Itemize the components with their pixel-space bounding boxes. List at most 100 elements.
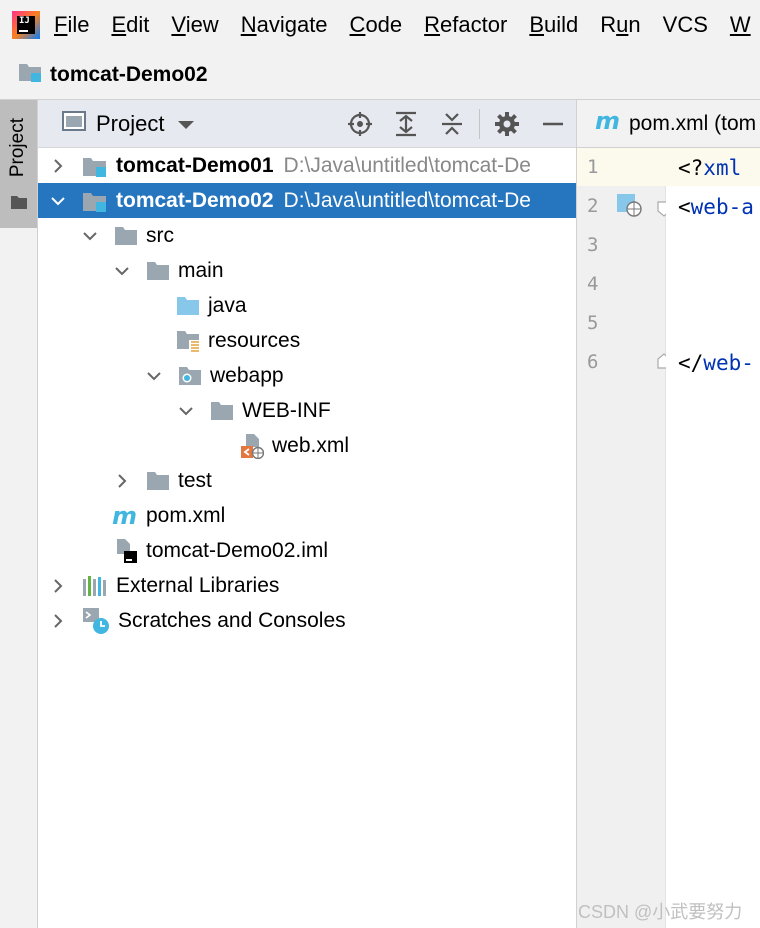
menu-navigate[interactable]: Navigate bbox=[241, 12, 328, 38]
chevron-right-icon[interactable] bbox=[50, 613, 66, 629]
tree-label: java bbox=[208, 293, 247, 317]
svg-text:m: m bbox=[112, 505, 137, 527]
expand-all-icon[interactable] bbox=[383, 100, 429, 148]
tree-path: D:\Java\untitled\tomcat-De bbox=[283, 153, 531, 177]
menu-build[interactable]: Build bbox=[529, 12, 578, 38]
tree-label: main bbox=[178, 258, 224, 282]
breadcrumb-project[interactable]: tomcat-Demo02 bbox=[50, 63, 208, 87]
tree-label: test bbox=[178, 468, 212, 492]
gear-icon[interactable] bbox=[484, 100, 530, 148]
minimize-icon[interactable] bbox=[530, 100, 576, 148]
module-folder-icon bbox=[82, 154, 108, 178]
chevron-right-icon[interactable] bbox=[50, 158, 66, 174]
maven-icon: m bbox=[595, 107, 623, 138]
toolbar-divider bbox=[479, 109, 480, 139]
menu-run[interactable]: Run bbox=[600, 12, 640, 38]
tree-label: WEB-INF bbox=[242, 398, 331, 422]
left-tool-strip: Project bbox=[0, 100, 38, 928]
menu-file[interactable]: File bbox=[54, 12, 89, 38]
locate-icon[interactable] bbox=[337, 100, 383, 148]
tree-row-main[interactable]: main bbox=[38, 253, 576, 288]
tree-label: tomcat-Demo02.iml bbox=[146, 538, 329, 562]
menu-bar: IJ File Edit View Navigate Code Refactor… bbox=[0, 0, 760, 50]
project-view-icon bbox=[62, 110, 86, 138]
tree-row-iml[interactable]: tomcat-Demo02.iml bbox=[38, 533, 576, 568]
tree-row-resources[interactable]: resources bbox=[38, 323, 576, 358]
chevron-down-icon[interactable] bbox=[114, 263, 130, 279]
menu-vcs[interactable]: VCS bbox=[663, 12, 708, 38]
line-number: 3 bbox=[587, 234, 599, 256]
navigation-bar: tomcat-Demo02 bbox=[0, 50, 760, 100]
folder-icon bbox=[146, 471, 170, 491]
menu-window[interactable]: W bbox=[730, 12, 751, 38]
code-tag: web- bbox=[703, 351, 754, 375]
intellij-logo-icon: IJ bbox=[12, 11, 40, 39]
tree-row-external-libraries[interactable]: External Libraries bbox=[38, 568, 576, 603]
resources-folder-icon bbox=[176, 330, 200, 352]
tree-path: D:\Java\untitled\tomcat-De bbox=[283, 188, 531, 212]
code-line: <?xml bbox=[678, 156, 741, 180]
tree-row-pom-xml[interactable]: m pom.xml bbox=[38, 498, 576, 533]
tree-row-scratches[interactable]: Scratches and Consoles bbox=[38, 603, 576, 638]
folder-icon bbox=[10, 192, 28, 216]
editor-tab-bar: m pom.xml (tom bbox=[576, 100, 760, 148]
project-tree: tomcat-Demo01 D:\Java\untitled\tomcat-De… bbox=[38, 148, 576, 928]
project-tool-tab-label: Project bbox=[7, 118, 28, 178]
tree-row-web-xml[interactable]: web.xml bbox=[38, 428, 576, 463]
code-punct: < bbox=[678, 195, 691, 219]
tree-row-java[interactable]: java bbox=[38, 288, 576, 323]
scratches-icon bbox=[82, 607, 110, 635]
folder-icon bbox=[146, 261, 170, 281]
iml-file-icon bbox=[116, 538, 138, 564]
chevron-down-icon[interactable] bbox=[178, 403, 194, 419]
chevron-down-icon[interactable] bbox=[50, 193, 66, 209]
module-folder-icon bbox=[18, 61, 42, 89]
tree-row-tomcat-demo01[interactable]: tomcat-Demo01 D:\Java\untitled\tomcat-De bbox=[38, 148, 576, 183]
tree-label: pom.xml bbox=[146, 503, 226, 527]
code-line: <web-a bbox=[678, 195, 754, 219]
editor-gutter: 1 2 3 4 5 6 bbox=[576, 148, 671, 928]
menu-view[interactable]: View bbox=[171, 12, 218, 38]
line-number: 2 bbox=[587, 195, 599, 217]
web-descriptor-icon[interactable] bbox=[617, 194, 643, 224]
menu-edit[interactable]: Edit bbox=[111, 12, 149, 38]
svg-text:m: m bbox=[595, 110, 620, 132]
menu-refactor[interactable]: Refactor bbox=[424, 12, 507, 38]
tree-label: tomcat-Demo01 bbox=[116, 153, 274, 177]
maven-icon: m bbox=[112, 505, 138, 527]
tree-row-webapp[interactable]: webapp bbox=[38, 358, 576, 393]
tree-row-web-inf[interactable]: WEB-INF bbox=[38, 393, 576, 428]
folder-icon bbox=[114, 226, 138, 246]
chevron-down-icon[interactable] bbox=[82, 228, 98, 244]
code-line: </web- bbox=[678, 351, 754, 375]
tree-row-tomcat-demo02[interactable]: tomcat-Demo02 D:\Java\untitled\tomcat-De bbox=[38, 183, 576, 218]
tree-label: webapp bbox=[210, 363, 284, 387]
project-tool-tab[interactable]: Project bbox=[0, 100, 37, 228]
tree-row-test[interactable]: test bbox=[38, 463, 576, 498]
menu-code[interactable]: Code bbox=[350, 12, 403, 38]
tree-label: resources bbox=[208, 328, 301, 352]
watermark: CSDN @小武要努力 bbox=[578, 902, 743, 922]
chevron-down-icon[interactable] bbox=[178, 121, 195, 129]
editor-tab-pom-xml[interactable]: pom.xml (tom bbox=[629, 112, 756, 136]
line-number: 4 bbox=[587, 273, 599, 295]
code-punct: </ bbox=[678, 351, 704, 375]
tree-row-src[interactable]: src bbox=[38, 218, 576, 253]
tree-label: tomcat-Demo02 bbox=[116, 188, 274, 212]
tree-label: External Libraries bbox=[116, 573, 280, 597]
line-number: 1 bbox=[587, 156, 599, 178]
code-tag: web-a bbox=[690, 195, 754, 219]
chevron-right-icon[interactable] bbox=[114, 473, 130, 489]
code-tag: xml bbox=[703, 156, 742, 180]
collapse-all-icon[interactable] bbox=[429, 100, 475, 148]
chevron-down-icon[interactable] bbox=[146, 368, 162, 384]
panel-toolbar bbox=[337, 100, 576, 148]
line-number: 5 bbox=[587, 312, 599, 334]
source-folder-icon bbox=[176, 296, 200, 316]
code-editor[interactable]: <?xml <web-a </web- bbox=[666, 148, 760, 928]
code-punct: <? bbox=[678, 156, 704, 180]
module-folder-icon bbox=[82, 189, 108, 213]
chevron-right-icon[interactable] bbox=[50, 578, 66, 594]
libraries-icon bbox=[82, 575, 108, 597]
project-panel-title[interactable]: Project bbox=[96, 111, 164, 137]
